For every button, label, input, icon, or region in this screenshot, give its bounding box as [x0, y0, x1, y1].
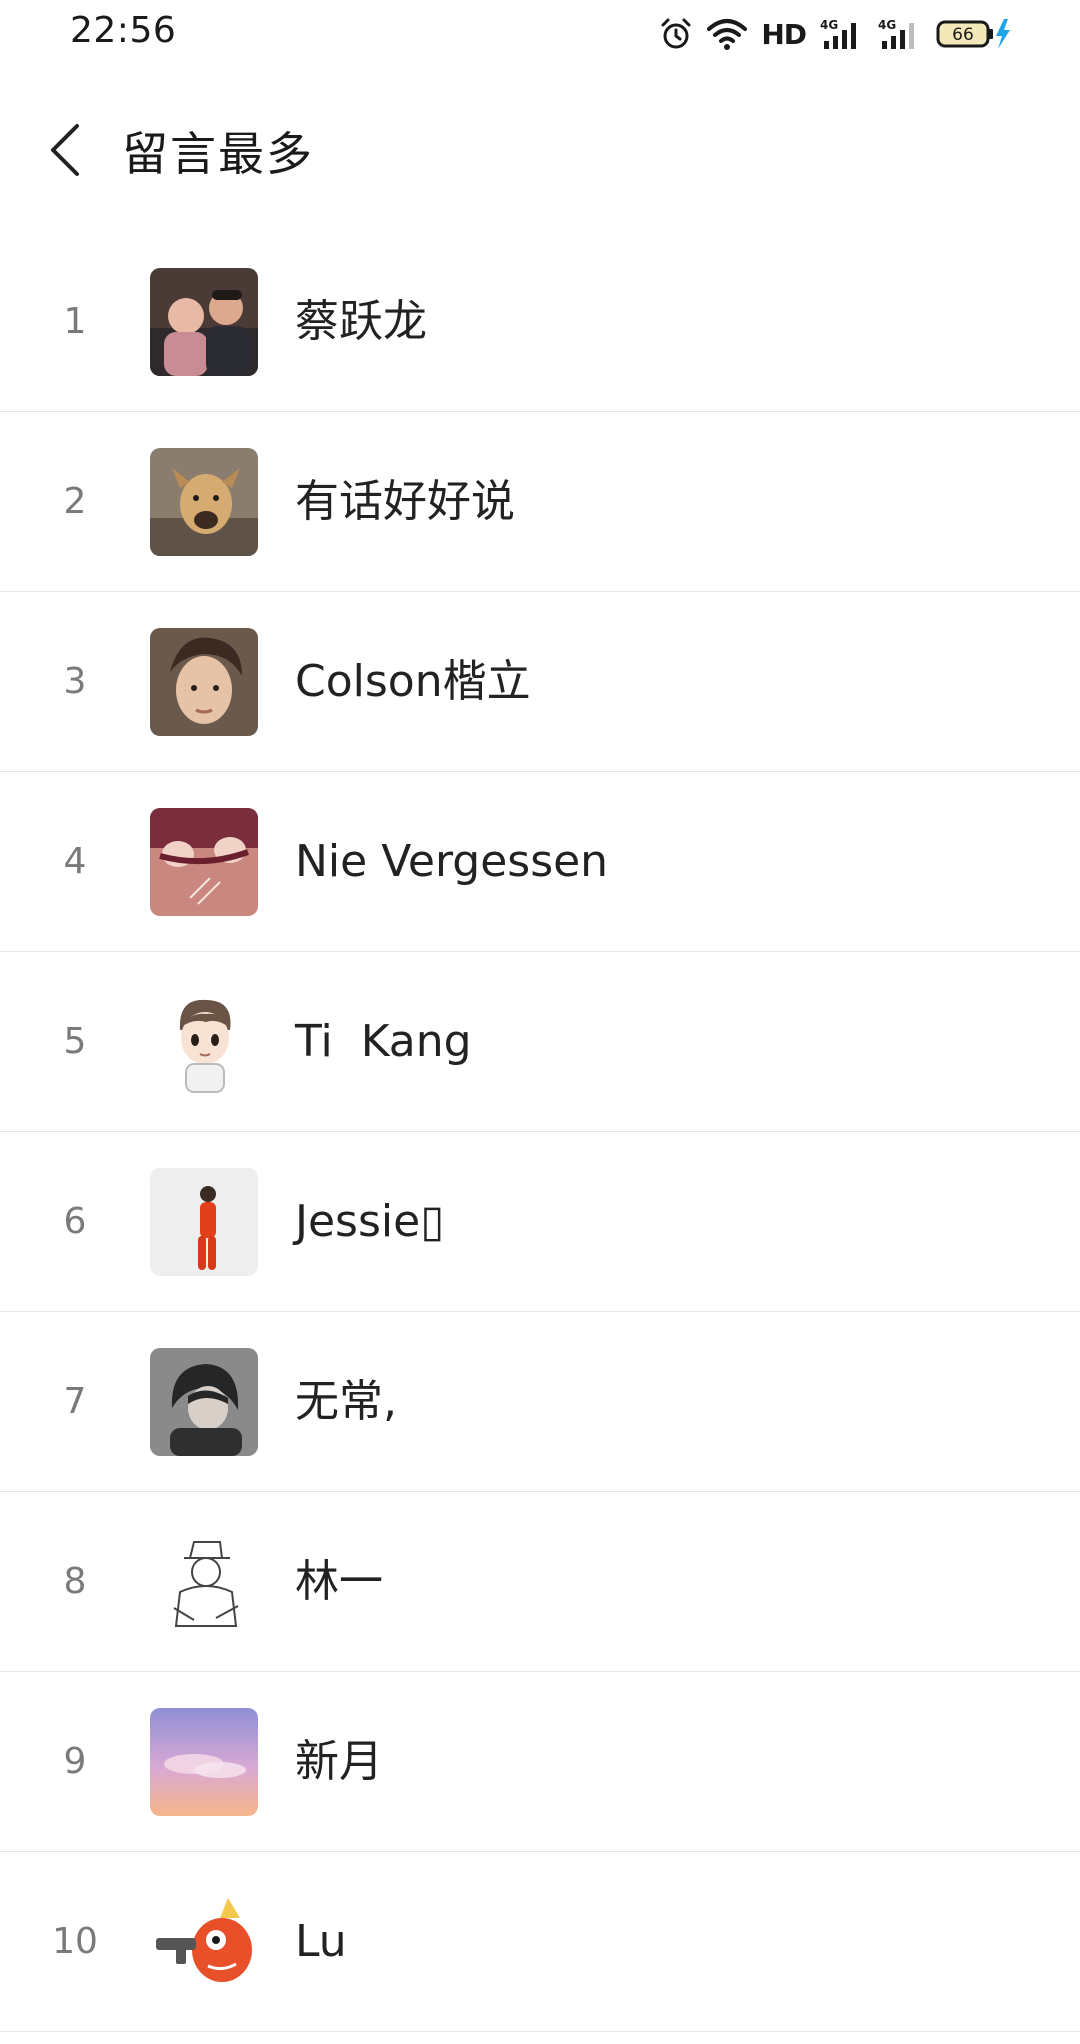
back-button[interactable]	[30, 112, 100, 188]
rank-number: 6	[63, 1201, 87, 1242]
user-name: Jessie▯	[295, 1196, 445, 1247]
user-name: 林一	[295, 1556, 383, 1607]
rank-number: 3	[63, 661, 87, 702]
list-item[interactable]: 9 新月	[0, 1672, 1080, 1852]
status-icons: HD 4G 4G 66	[659, 14, 1012, 54]
avatar[interactable]	[150, 1528, 258, 1636]
rank-number: 8	[63, 1561, 87, 1602]
list-item[interactable]: 5 Ti Kang	[0, 952, 1080, 1132]
avatar[interactable]	[150, 628, 258, 736]
svg-text:66: 66	[952, 25, 974, 45]
rank-number: 4	[63, 841, 87, 882]
user-name: Colson楷立	[295, 656, 531, 707]
avatar[interactable]	[150, 988, 258, 1096]
avatar[interactable]	[150, 448, 258, 556]
avatar[interactable]	[150, 808, 258, 916]
user-name: Ti Kang	[295, 1016, 472, 1067]
user-name: Lu	[295, 1916, 347, 1967]
avatar[interactable]	[150, 268, 258, 376]
signal-icon-2: 4G	[878, 17, 922, 51]
ranking-list: 1 蔡跃龙 2 有话好好说 3 Colson楷立 4 Nie Vergessen…	[0, 232, 1080, 2032]
avatar[interactable]	[150, 1168, 258, 1276]
rank-number: 10	[52, 1921, 98, 1962]
hd-indicator: HD	[761, 17, 807, 51]
rank-number: 2	[63, 481, 87, 522]
status-time: 22:56	[70, 10, 177, 51]
list-item[interactable]: 7 无常,	[0, 1312, 1080, 1492]
status-bar: 22:56 HD 4G 4G 66	[0, 0, 1080, 70]
user-name: Nie Vergessen	[295, 836, 609, 887]
battery-icon: 66	[936, 17, 1012, 51]
rank-number: 1	[63, 301, 87, 342]
signal-icon-1: 4G	[820, 17, 864, 51]
svg-text:4G: 4G	[820, 18, 838, 32]
back-arrow-icon	[51, 124, 79, 176]
list-item[interactable]: 6 Jessie▯	[0, 1132, 1080, 1312]
list-item[interactable]: 4 Nie Vergessen	[0, 772, 1080, 952]
svg-text:4G: 4G	[878, 18, 896, 32]
list-item[interactable]: 2 有话好好说	[0, 412, 1080, 592]
rank-number: 9	[63, 1741, 87, 1782]
rank-number: 7	[63, 1381, 87, 1422]
header: 留言最多	[0, 90, 1080, 210]
user-name: 蔡跃龙	[295, 296, 427, 347]
list-item[interactable]: 10 Lu	[0, 1852, 1080, 2032]
wifi-icon	[707, 17, 748, 51]
avatar[interactable]	[150, 1888, 258, 1996]
list-item[interactable]: 3 Colson楷立	[0, 592, 1080, 772]
list-item[interactable]: 8 林一	[0, 1492, 1080, 1672]
avatar[interactable]	[150, 1708, 258, 1816]
alarm-icon	[659, 17, 693, 51]
user-name: 有话好好说	[295, 476, 515, 527]
list-item[interactable]: 1 蔡跃龙	[0, 232, 1080, 412]
user-name: 新月	[295, 1736, 383, 1787]
rank-number: 5	[63, 1021, 87, 1062]
avatar[interactable]	[150, 1348, 258, 1456]
user-name: 无常,	[295, 1376, 397, 1427]
page-title: 留言最多	[122, 127, 314, 181]
